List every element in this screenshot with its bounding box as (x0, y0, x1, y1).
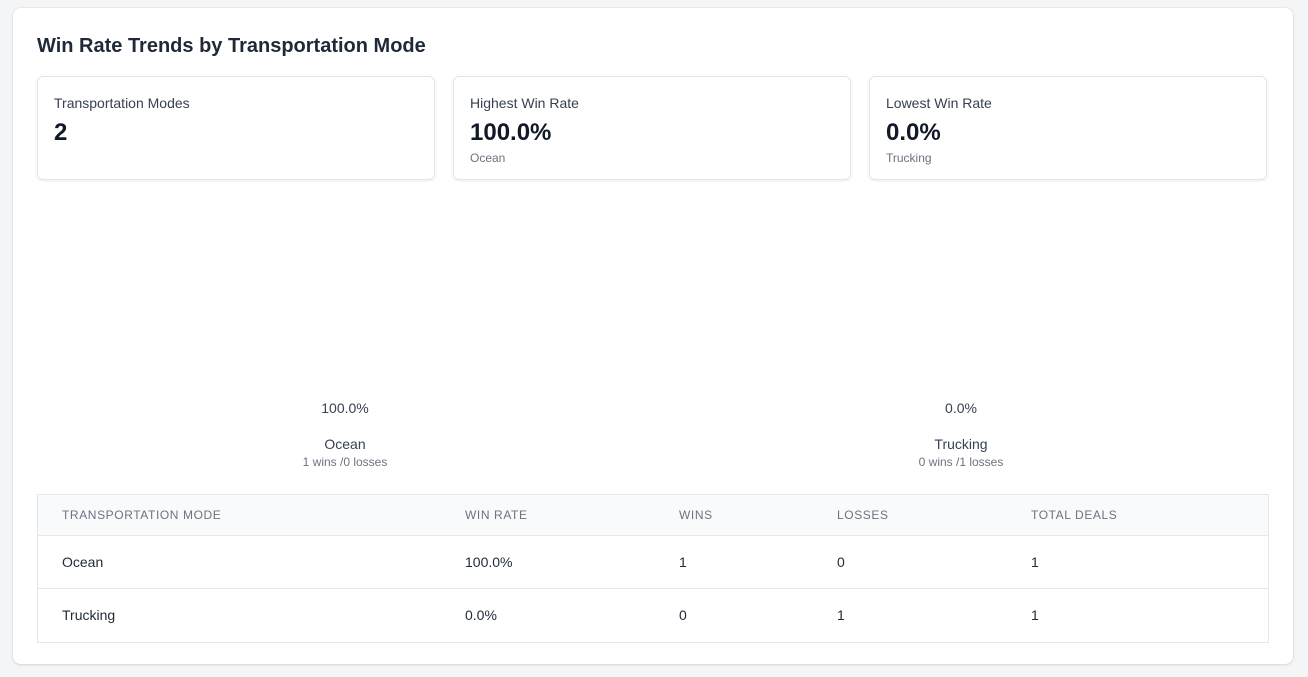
stat-card-highest: Highest Win Rate 100.0% Ocean (453, 76, 851, 180)
stat-sub: Ocean (470, 151, 506, 165)
page-title: Win Rate Trends by Transportation Mode (37, 35, 426, 57)
win-rate-bar-chart: 100.0% Ocean 1 wins /0 losses 0.0% Trucking 0… (37, 192, 1269, 486)
stat-value: 2 (54, 119, 68, 146)
column-header-wins: WINS (679, 508, 713, 522)
table-row: Trucking 0.0% 0 1 1 (38, 588, 1268, 642)
column-header-total-deals: TOTAL DEALS (1031, 508, 1118, 522)
column-header-mode: TRANSPORTATION MODE (62, 508, 222, 522)
bar-category-label: Trucking (934, 436, 988, 452)
stat-label: Lowest Win Rate (886, 95, 992, 111)
cell-wins: 1 (679, 554, 687, 570)
win-rate-table: TRANSPORTATION MODE WIN RATE WINS LOSSES… (37, 494, 1269, 643)
cell-wins: 0 (679, 607, 687, 624)
bar-sublabel: 0 wins /1 losses (918, 455, 1004, 469)
cell-total-deals: 1 (1031, 554, 1039, 570)
win-rate-card: Win Rate Trends by Transportation Mode T… (13, 8, 1293, 664)
stat-card-lowest: Lowest Win Rate 0.0% Trucking (869, 76, 1267, 180)
cell-win-rate: 100.0% (465, 554, 513, 570)
cell-mode: Trucking (62, 607, 116, 624)
bar-sublabel: 1 wins /0 losses (302, 455, 388, 469)
cell-losses: 1 (837, 607, 845, 624)
stats-row: Transportation Modes 2 Highest Win Rate … (37, 76, 1269, 182)
column-header-losses: LOSSES (837, 508, 889, 522)
stat-sub: Trucking (886, 151, 932, 165)
stat-value: 0.0% (886, 119, 941, 146)
table-row: Ocean 100.0% 1 0 1 (38, 535, 1268, 589)
column-header-win-rate: WIN RATE (465, 508, 528, 522)
table-header-row: TRANSPORTATION MODE WIN RATE WINS LOSSES… (38, 495, 1268, 536)
cell-mode: Ocean (62, 554, 104, 570)
bar-group-trucking: 0.0% Trucking 0 wins /1 losses (861, 196, 1061, 486)
bar-category-label: Ocean (324, 436, 366, 452)
stat-label: Transportation Modes (54, 95, 190, 111)
bar-value-label: 0.0% (945, 400, 977, 416)
cell-losses: 0 (837, 554, 845, 570)
cell-total-deals: 1 (1031, 607, 1039, 624)
bar-value-label: 100.0% (321, 400, 369, 416)
stat-card-modes: Transportation Modes 2 (37, 76, 435, 180)
cell-win-rate: 0.0% (465, 607, 497, 624)
bar-ocean (305, 192, 385, 382)
stat-value: 100.0% (470, 119, 552, 146)
stat-label: Highest Win Rate (470, 95, 579, 111)
bar-group-ocean: 100.0% Ocean 1 wins /0 losses (245, 192, 445, 486)
